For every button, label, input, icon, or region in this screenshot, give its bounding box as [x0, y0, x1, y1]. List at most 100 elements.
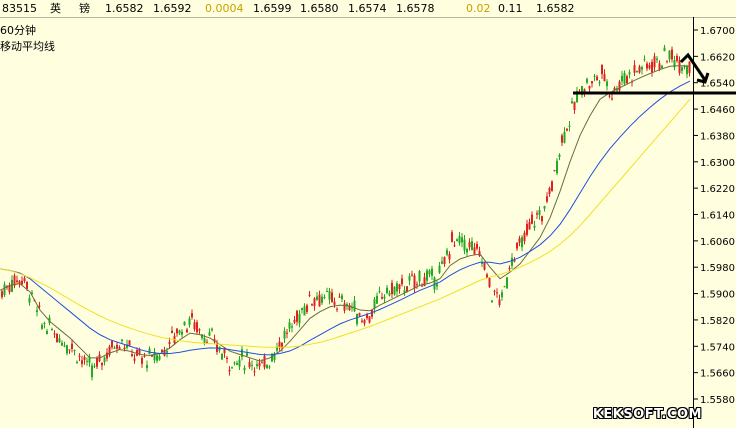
candle-up [533, 225, 536, 228]
candle-down [313, 298, 316, 307]
candle-up [93, 365, 96, 367]
candle-up [623, 72, 626, 84]
candle-up [46, 331, 48, 335]
candle-up [86, 360, 88, 362]
candle-up [441, 261, 443, 264]
candle-up [73, 349, 76, 352]
candle-up [643, 59, 646, 61]
y-tick-label: 1.6220 [700, 184, 735, 195]
candle-down [308, 294, 311, 296]
candle-down [21, 280, 23, 285]
candle-down [478, 251, 481, 256]
candle-up [251, 364, 253, 366]
candle-up [568, 125, 571, 127]
candle-up [396, 283, 398, 292]
candle-up [58, 338, 61, 343]
candle-up [641, 67, 643, 70]
candle-down [258, 362, 261, 367]
candle-down [306, 305, 308, 312]
candle-up [378, 291, 381, 293]
candle-up [246, 353, 248, 356]
candle-down [358, 313, 361, 316]
candle-up [28, 297, 31, 303]
candle-down [228, 369, 231, 372]
candle-up [268, 366, 271, 368]
candle-down [53, 333, 56, 335]
candle-up [558, 154, 561, 157]
candle-up [438, 265, 441, 273]
candle-down [101, 362, 103, 366]
candle-up [11, 279, 13, 292]
moving-averages-layer [0, 65, 691, 362]
candle-up [301, 308, 303, 310]
candle-up [621, 75, 623, 82]
candle-up [146, 365, 148, 369]
candle-up [323, 296, 326, 298]
candle-up [291, 326, 293, 328]
candle-down [653, 56, 656, 68]
candle-down [311, 304, 313, 306]
candle-up [3, 284, 6, 295]
candle-up [431, 268, 433, 276]
candle-up [628, 72, 631, 75]
candle-up [238, 359, 241, 367]
candle-down [16, 280, 18, 282]
candle-down [131, 354, 133, 356]
candle-down [553, 169, 556, 171]
candle-up [321, 296, 323, 303]
candle-down [191, 313, 193, 318]
candle-up [66, 345, 68, 354]
candle-down [318, 294, 321, 307]
candle-down [193, 322, 196, 330]
candle-up [288, 322, 291, 329]
candle-up [661, 65, 663, 69]
candle-up [466, 248, 468, 253]
candle-down [591, 81, 593, 84]
candle-up [208, 332, 211, 336]
candle-down [253, 371, 256, 373]
candle-up [341, 295, 343, 300]
candle-down [443, 257, 446, 265]
candle-up [243, 367, 246, 371]
candle-up [436, 284, 438, 287]
candle-up [683, 66, 686, 68]
candle-down [666, 60, 668, 62]
candle-up [356, 313, 358, 325]
candle-down [548, 187, 551, 194]
candle-up [376, 295, 378, 304]
candle-up [571, 101, 573, 104]
watermark: KEKSOFT.COM [592, 407, 702, 422]
candle-down [171, 330, 173, 334]
candle-up [316, 296, 318, 300]
candle-down [526, 223, 528, 235]
candle-down [391, 282, 393, 295]
candle-up [91, 365, 93, 378]
candle-up [503, 286, 506, 288]
candle-up [668, 50, 671, 60]
candle-down [338, 296, 341, 298]
candle-down [1, 291, 3, 298]
candle-down [293, 319, 296, 323]
candles-layer [1, 44, 691, 381]
candle-down [476, 243, 478, 249]
candle-down [678, 60, 681, 74]
candle-up [41, 324, 43, 329]
candle-up [433, 277, 436, 290]
candle-down [608, 95, 611, 97]
y-tick-label: 1.6620 [700, 52, 735, 63]
candle-down [498, 299, 501, 306]
candle-up [383, 296, 386, 299]
candle-up [326, 291, 328, 293]
candle-down [518, 238, 521, 243]
candle-down [261, 362, 263, 364]
candle-down [658, 63, 661, 70]
y-tick-label: 1.5820 [700, 316, 735, 327]
candle-down [361, 320, 363, 322]
candle-up [426, 270, 428, 281]
candle-down [448, 254, 451, 260]
candle-down [453, 245, 456, 247]
candle-up [256, 364, 258, 367]
y-axis: 1.67001.66201.65401.64601.63801.63001.62… [693, 26, 735, 406]
candle-up [221, 353, 223, 360]
y-tick-label: 1.6300 [700, 158, 735, 169]
